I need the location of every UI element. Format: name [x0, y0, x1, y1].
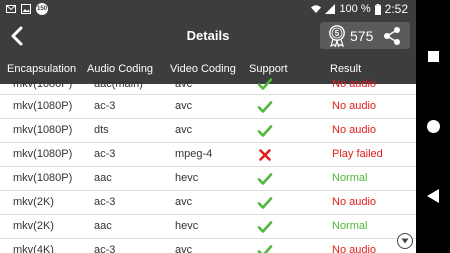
cell-video-coding: hevc — [175, 220, 199, 232]
cell-video-coding: mpeg-4 — [175, 148, 213, 160]
cell-audio-coding: aac — [94, 172, 112, 184]
check-icon — [257, 78, 273, 90]
recents-button[interactable] — [416, 46, 450, 66]
app-screen: 150 100 % 2:52 Details 5 575 Encapsulati… — [0, 0, 416, 253]
cell-encapsulation: mkv(1080P) — [13, 78, 73, 90]
check-icon — [257, 125, 273, 137]
scroll-down-icon — [401, 238, 409, 244]
check-icon — [257, 173, 273, 185]
cell-audio-coding: ac-3 — [94, 196, 116, 208]
cell-support — [257, 167, 273, 187]
cell-video-coding: hevc — [175, 172, 199, 184]
battery-percent: 100 % — [339, 3, 371, 15]
check-icon — [257, 221, 273, 233]
status-bar: 150 100 % 2:52 — [0, 0, 416, 18]
cell-audio-coding: dts — [94, 124, 109, 136]
back-triangle-icon — [427, 189, 439, 203]
app-header: Details 5 575 — [0, 18, 416, 54]
cell-support — [257, 119, 273, 139]
cell-result: No audio — [332, 196, 377, 208]
cell-result: No audio — [332, 100, 377, 112]
status-icons-left: 150 — [0, 3, 48, 15]
table-row[interactable]: mkv(1080P) ac-3 mpeg-4 Play failed — [0, 143, 416, 167]
check-icon — [257, 245, 273, 253]
cell-result: No audio — [332, 244, 377, 253]
table-row[interactable]: mkv(1080P) aac hevc Normal — [0, 167, 416, 191]
home-circle-icon — [426, 119, 440, 133]
cell-video-coding: avc — [175, 244, 193, 253]
cell-support — [257, 215, 273, 235]
status-icons-right: 100 % 2:52 — [311, 2, 416, 16]
cell-support — [257, 143, 273, 163]
cross-icon — [259, 149, 271, 161]
back-button[interactable] — [2, 18, 32, 54]
cell-result: No audio — [332, 124, 377, 136]
cell-support — [257, 191, 273, 211]
cellular-signal-icon — [325, 4, 336, 14]
notification-badge: 150 — [36, 3, 48, 15]
battery-icon — [374, 3, 381, 15]
cell-audio-coding: ac-3 — [94, 100, 116, 112]
medal-icon: 5 — [329, 24, 345, 47]
cell-result: Normal — [332, 172, 368, 184]
cell-result: Play failed — [332, 148, 383, 160]
table-row[interactable]: mkv(2K) aac hevc Normal — [0, 215, 416, 239]
cell-encapsulation: mkv(1080P) — [13, 148, 73, 160]
scroll-down-button[interactable] — [397, 233, 413, 249]
table-row[interactable]: mkv(2K) ac-3 avc No audio — [0, 191, 416, 215]
cell-encapsulation: mkv(1080P) — [13, 172, 73, 184]
table-row[interactable]: mkv(4K) ac-3 avc No audio — [0, 239, 416, 253]
cell-encapsulation: mkv(2K) — [13, 220, 54, 232]
cell-video-coding: avc — [175, 124, 193, 136]
recents-square-icon — [427, 50, 439, 62]
cell-audio-coding: ac-3 — [94, 244, 116, 253]
cell-video-coding: avc — [175, 100, 193, 112]
table-row[interactable]: mkv(1080P) dts avc No audio — [0, 119, 416, 143]
results-table: mkv(1080P) aac(main) avc No audio mkv(10… — [0, 78, 416, 253]
image-icon — [21, 4, 31, 14]
cell-video-coding: avc — [175, 196, 193, 208]
system-back-button[interactable] — [416, 186, 450, 206]
mail-icon — [6, 5, 16, 13]
wifi-icon — [311, 5, 322, 13]
cell-support — [257, 239, 273, 253]
cell-audio-coding: ac-3 — [94, 148, 116, 160]
cell-support — [257, 76, 273, 92]
home-button[interactable] — [416, 116, 450, 136]
score-counter: 5 575 — [320, 22, 410, 49]
share-icon[interactable] — [382, 26, 402, 46]
check-icon — [257, 101, 273, 113]
system-nav-bar — [416, 0, 450, 253]
svg-text:5: 5 — [335, 28, 340, 37]
score-count: 575 — [350, 27, 374, 44]
cell-support — [257, 95, 273, 115]
cell-encapsulation: mkv(1080P) — [13, 124, 73, 136]
cell-encapsulation: mkv(4K) — [13, 244, 54, 253]
cell-audio-coding: aac — [94, 220, 112, 232]
cell-encapsulation: mkv(2K) — [13, 196, 54, 208]
clock-time: 2:52 — [384, 2, 408, 16]
cell-video-coding: avc — [175, 78, 193, 90]
check-icon — [257, 197, 273, 209]
chevron-left-icon — [11, 26, 23, 46]
cell-result: Normal — [332, 220, 368, 232]
cell-encapsulation: mkv(1080P) — [13, 100, 73, 112]
table-row[interactable]: mkv(1080P) ac-3 avc No audio — [0, 95, 416, 119]
table-row[interactable]: mkv(1080P) aac(main) avc No audio — [0, 78, 416, 95]
cell-result: No audio — [332, 78, 377, 90]
cell-audio-coding: aac(main) — [94, 78, 143, 90]
